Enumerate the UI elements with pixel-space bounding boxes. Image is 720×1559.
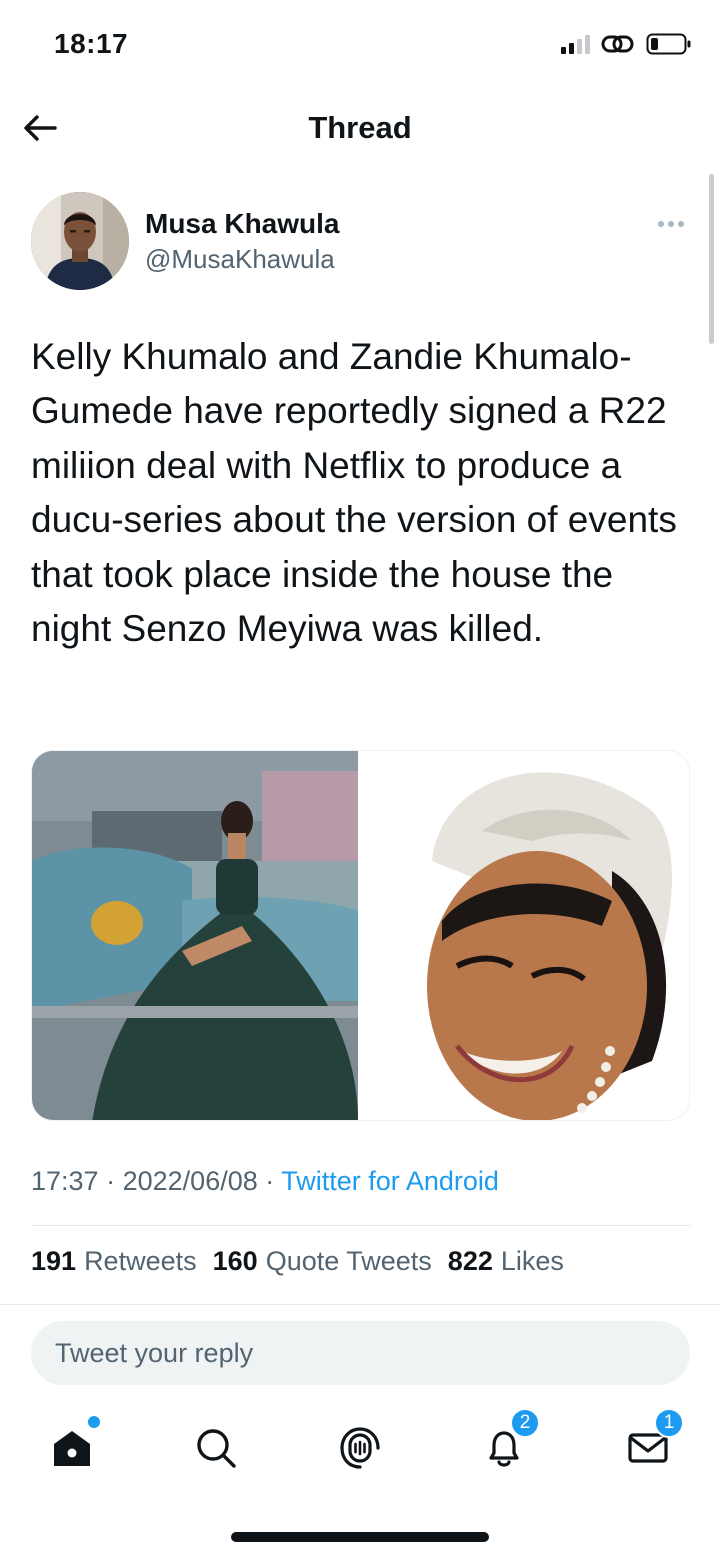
tweet-meta: 17:37 · 2022/06/08 · Twitter for Android <box>31 1166 499 1197</box>
meta-separator: · <box>106 1166 116 1196</box>
hotspot-link-icon <box>601 35 634 53</box>
spaces-microphone-icon <box>340 1427 380 1469</box>
tab-home[interactable] <box>42 1416 102 1478</box>
more-dot-icon <box>668 221 674 227</box>
retweets-count: 191 <box>31 1246 77 1276</box>
scrollbar[interactable] <box>709 174 714 344</box>
tweet-stats: 191 Retweets 160 Quote Tweets 822 Likes <box>31 1246 564 1277</box>
tab-notifications[interactable]: 2 <box>474 1408 540 1478</box>
tab-spaces[interactable] <box>330 1418 390 1478</box>
home-icon <box>54 1431 90 1466</box>
likes-stat[interactable]: 822 Likes <box>448 1246 564 1277</box>
meta-separator: · <box>265 1166 275 1196</box>
tweet-source-link[interactable]: Twitter for Android <box>281 1166 499 1196</box>
tweet-media <box>31 750 690 1121</box>
tweet-author: Musa Khawula @MusaKhawula <box>31 192 691 292</box>
home-indicator[interactable] <box>231 1532 489 1542</box>
avatar[interactable] <box>31 192 129 290</box>
messages-badge: 1 <box>654 1408 684 1438</box>
bottom-tab-bar: 2 1 <box>0 1400 720 1500</box>
notifications-badge: 2 <box>510 1408 540 1438</box>
more-dot-icon <box>678 221 684 227</box>
tweet-date: 2022/06/08 <box>122 1166 258 1196</box>
author-name[interactable]: Musa Khawula <box>145 208 339 240</box>
tweet-photo-1[interactable] <box>32 751 359 1120</box>
author-handle[interactable]: @MusaKhawula <box>145 244 335 275</box>
quote-tweets-count: 160 <box>212 1246 258 1276</box>
status-bar: 18:17 <box>0 0 720 90</box>
quote-tweets-stat[interactable]: 160 Quote Tweets <box>213 1246 432 1277</box>
divider <box>31 1225 690 1226</box>
tweet-text: Kelly Khumalo and Zandie Khumalo-Gumede … <box>31 336 677 650</box>
more-dot-icon <box>658 221 664 227</box>
retweets-label: Retweets <box>84 1246 197 1276</box>
search-icon <box>197 1429 236 1468</box>
tab-messages[interactable]: 1 <box>618 1408 684 1478</box>
reply-bar: Tweet your reply <box>0 1304 720 1400</box>
tweet-photo-2[interactable] <box>362 751 689 1120</box>
signal-icon <box>561 34 590 54</box>
battery-icon <box>646 33 691 55</box>
thread-header: Thread <box>0 92 720 164</box>
home-unread-dot <box>88 1416 100 1428</box>
tab-search[interactable] <box>186 1418 246 1478</box>
reply-input[interactable]: Tweet your reply <box>31 1321 690 1385</box>
quote-tweets-label: Quote Tweets <box>265 1246 432 1276</box>
tweet-time: 17:37 <box>31 1166 99 1196</box>
status-time: 18:17 <box>54 28 129 59</box>
page-title: Thread <box>308 110 412 145</box>
status-icons <box>561 32 692 56</box>
retweets-stat[interactable]: 191 Retweets <box>31 1246 197 1277</box>
likes-count: 822 <box>447 1246 493 1276</box>
more-options-button[interactable] <box>653 212 689 236</box>
likes-label: Likes <box>500 1246 564 1276</box>
